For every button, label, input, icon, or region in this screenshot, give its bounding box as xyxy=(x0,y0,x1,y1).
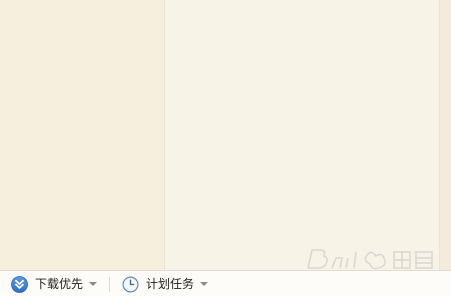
chevron-down-icon xyxy=(200,282,209,286)
clock-icon xyxy=(122,275,139,293)
left-pane xyxy=(0,0,164,270)
download-priority-button[interactable]: 下载优先 xyxy=(11,271,98,296)
scrollbar-track[interactable] xyxy=(439,0,451,270)
main-content-pane xyxy=(165,0,439,270)
status-separator xyxy=(109,277,110,292)
double-chevron-down-icon xyxy=(11,275,28,293)
scheduled-task-button[interactable]: 计划任务 xyxy=(122,271,209,296)
app-window: 下载优先 计划任务 xyxy=(0,0,451,296)
download-priority-label: 下载优先 xyxy=(35,277,84,291)
chevron-down-icon xyxy=(89,282,98,286)
scheduled-task-label: 计划任务 xyxy=(146,277,195,291)
status-bar: 下载优先 计划任务 xyxy=(0,270,451,296)
